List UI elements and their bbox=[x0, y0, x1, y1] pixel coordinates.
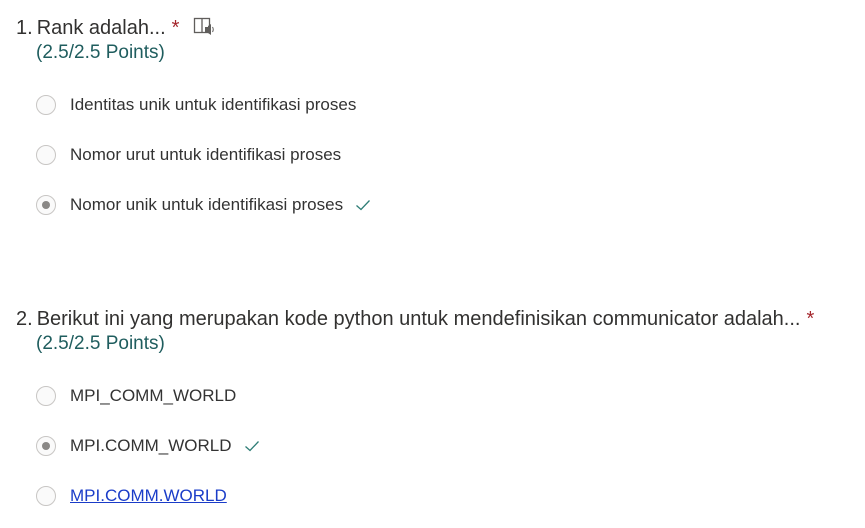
option-radio[interactable]: MPI.COMM.WORLD bbox=[36, 484, 227, 508]
checkmark-icon bbox=[356, 200, 371, 211]
radio-button[interactable] bbox=[36, 95, 56, 115]
option-label-link[interactable]: MPI.COMM.WORLD bbox=[70, 486, 227, 506]
question-1: 1. Rank adalah... * (2.5/2.5 Points) Ident… bbox=[0, 15, 865, 225]
radio-button[interactable] bbox=[36, 486, 56, 506]
option-label: MPI.COMM_WORLD bbox=[70, 436, 232, 455]
option-radio[interactable]: MPI_COMM_WORLD bbox=[36, 384, 236, 408]
checkmark-icon bbox=[244, 441, 259, 452]
question-1-header: 1. Rank adalah... * bbox=[16, 15, 215, 41]
option-label: MPI_COMM_WORLD bbox=[70, 386, 237, 405]
question-number: 1. bbox=[16, 17, 33, 39]
radio-button[interactable] bbox=[36, 145, 56, 165]
question-title: Berikut ini yang merupakan kode python u… bbox=[36, 308, 801, 330]
option-radio-selected[interactable]: Nomor unik untuk identifikasi proses bbox=[36, 193, 371, 217]
option-radio[interactable]: Nomor urut untuk identifikasi proses bbox=[36, 143, 341, 167]
question-2-header: 2. Berikut ini yang merupakan kode python… bbox=[16, 306, 814, 332]
radio-button[interactable] bbox=[36, 386, 56, 406]
question-points: (2.5/2.5 Points) bbox=[36, 42, 165, 63]
option-label: Identitas unik untuk identifikasi proses bbox=[70, 95, 357, 114]
option-label: Nomor urut untuk identifikasi proses bbox=[70, 145, 342, 164]
question-2: 2. Berikut ini yang merupakan kode python… bbox=[0, 306, 865, 521]
radio-button-selected[interactable] bbox=[36, 436, 56, 456]
required-asterisk: * bbox=[806, 308, 815, 330]
option-radio-selected[interactable]: MPI.COMM_WORLD bbox=[36, 434, 260, 458]
question-points: (2.5/2.5 Points) bbox=[36, 333, 165, 354]
option-label: Nomor unik untuk identifikasi proses bbox=[70, 195, 344, 214]
option-radio[interactable]: Identitas unik untuk identifikasi proses bbox=[36, 93, 356, 117]
question-title: Rank adalah... bbox=[36, 17, 166, 39]
immersive-reader-icon[interactable] bbox=[193, 17, 215, 37]
question-number: 2. bbox=[16, 308, 33, 330]
required-asterisk: * bbox=[171, 17, 180, 39]
radio-button-selected[interactable] bbox=[36, 195, 56, 215]
